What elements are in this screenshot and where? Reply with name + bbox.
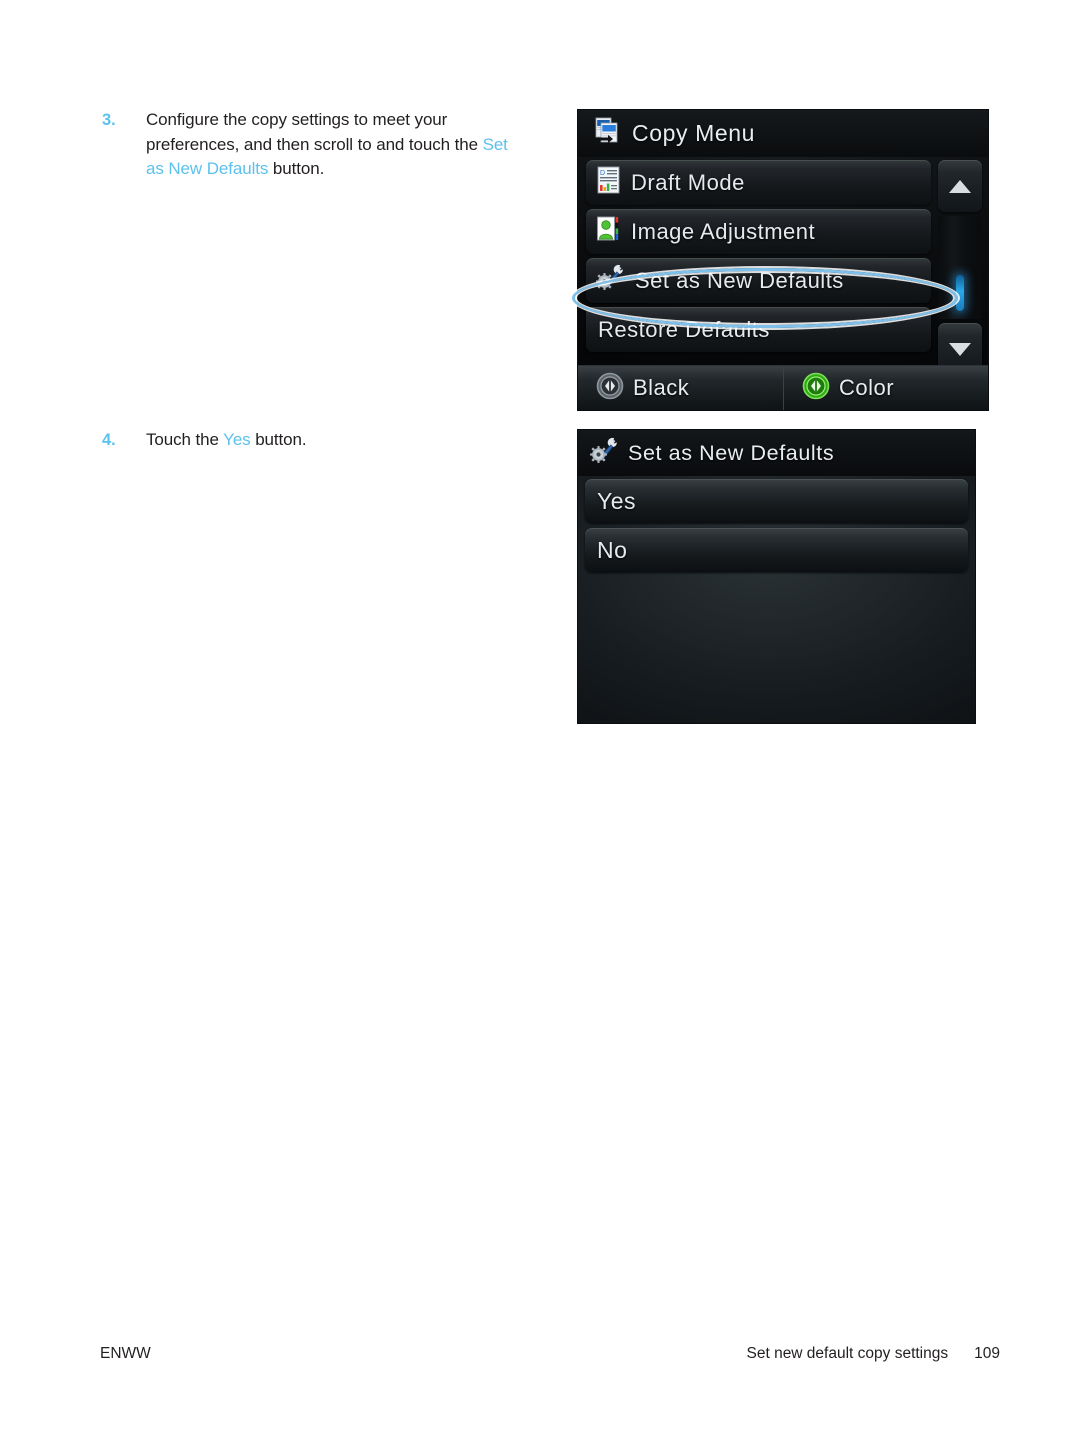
menu-item-set-as-new-defaults-label: Set as New Defaults bbox=[635, 267, 844, 293]
step-4-text: Touch the Yes button. bbox=[146, 428, 530, 453]
copy-menu-list: D Draft Mode Image Adjustment Set as New… bbox=[586, 160, 931, 356]
copy-menu-screen: Copy Menu D Draft Mode Image Adjustment … bbox=[578, 110, 988, 410]
step-4: 4. Touch the Yes button. bbox=[100, 428, 530, 453]
step-4-link: Yes bbox=[223, 430, 251, 449]
menu-item-restore-defaults-label: Restore Defaults bbox=[598, 316, 770, 342]
copy-action-bar: Black Color bbox=[578, 365, 988, 410]
scrollbar-track[interactable] bbox=[938, 216, 982, 319]
black-copy-label: Black bbox=[633, 375, 690, 400]
step-3: 3. Configure the copy settings to meet y… bbox=[100, 108, 530, 182]
black-copy-button[interactable]: Black bbox=[578, 366, 783, 410]
menu-item-draft-mode-label: Draft Mode bbox=[631, 169, 745, 195]
image-person-color-icon bbox=[596, 215, 622, 248]
color-copy-label: Color bbox=[839, 375, 895, 400]
page-footer: ENWW Set new default copy settings 109 bbox=[100, 1345, 1000, 1363]
color-copy-button[interactable]: Color bbox=[783, 366, 988, 410]
set-defaults-header: Set as New Defaults bbox=[578, 430, 975, 476]
footer-section-title: Set new default copy settings bbox=[746, 1345, 949, 1362]
copy-menu-title: Copy Menu bbox=[632, 120, 756, 146]
triangle-up-icon bbox=[949, 179, 971, 193]
copy-menu-header: Copy Menu bbox=[578, 110, 988, 157]
step-3-text-after: button. bbox=[268, 159, 325, 178]
copy-pages-icon bbox=[592, 116, 622, 151]
document-draft-icon: D bbox=[596, 166, 622, 199]
option-yes[interactable]: Yes bbox=[585, 479, 968, 523]
option-no[interactable]: No bbox=[585, 528, 968, 572]
menu-item-image-adjustment[interactable]: Image Adjustment bbox=[586, 209, 931, 254]
triangle-down-icon bbox=[949, 342, 971, 356]
wrench-gear-icon bbox=[596, 264, 626, 297]
start-color-icon bbox=[802, 372, 830, 405]
menu-item-restore-defaults[interactable]: Restore Defaults bbox=[586, 307, 931, 352]
option-no-label: No bbox=[597, 536, 628, 563]
step-4-text-after: button. bbox=[250, 430, 307, 449]
page-number: 109 bbox=[974, 1345, 1000, 1362]
menu-scrollbar[interactable] bbox=[938, 160, 982, 375]
footer-right-group: Set new default copy settings 109 bbox=[747, 1345, 1001, 1363]
start-black-icon bbox=[596, 372, 624, 405]
step-3-number: 3. bbox=[102, 111, 116, 129]
wrench-gear-icon bbox=[590, 437, 620, 470]
step-4-text-before: Touch the bbox=[146, 430, 224, 449]
set-defaults-option-list: Yes No bbox=[585, 479, 968, 577]
menu-item-draft-mode[interactable]: D Draft Mode bbox=[586, 160, 931, 205]
step-3-text: Configure the copy settings to meet your… bbox=[146, 108, 530, 182]
scroll-up-button[interactable] bbox=[938, 160, 982, 212]
option-yes-label: Yes bbox=[597, 487, 637, 514]
menu-item-set-as-new-defaults[interactable]: Set as New Defaults bbox=[586, 258, 931, 303]
svg-text:D: D bbox=[600, 170, 605, 177]
step-3-text-before: Configure the copy settings to meet your… bbox=[146, 110, 483, 154]
instruction-steps: 3. Configure the copy settings to meet y… bbox=[100, 108, 530, 182]
scrollbar-thumb[interactable] bbox=[956, 275, 964, 311]
menu-item-image-adjustment-label: Image Adjustment bbox=[631, 218, 816, 244]
set-defaults-title: Set as New Defaults bbox=[628, 440, 835, 465]
footer-locale-code: ENWW bbox=[100, 1345, 151, 1362]
step-4-number: 4. bbox=[102, 431, 116, 449]
set-as-new-defaults-screen: Set as New Defaults Yes No bbox=[578, 430, 975, 723]
